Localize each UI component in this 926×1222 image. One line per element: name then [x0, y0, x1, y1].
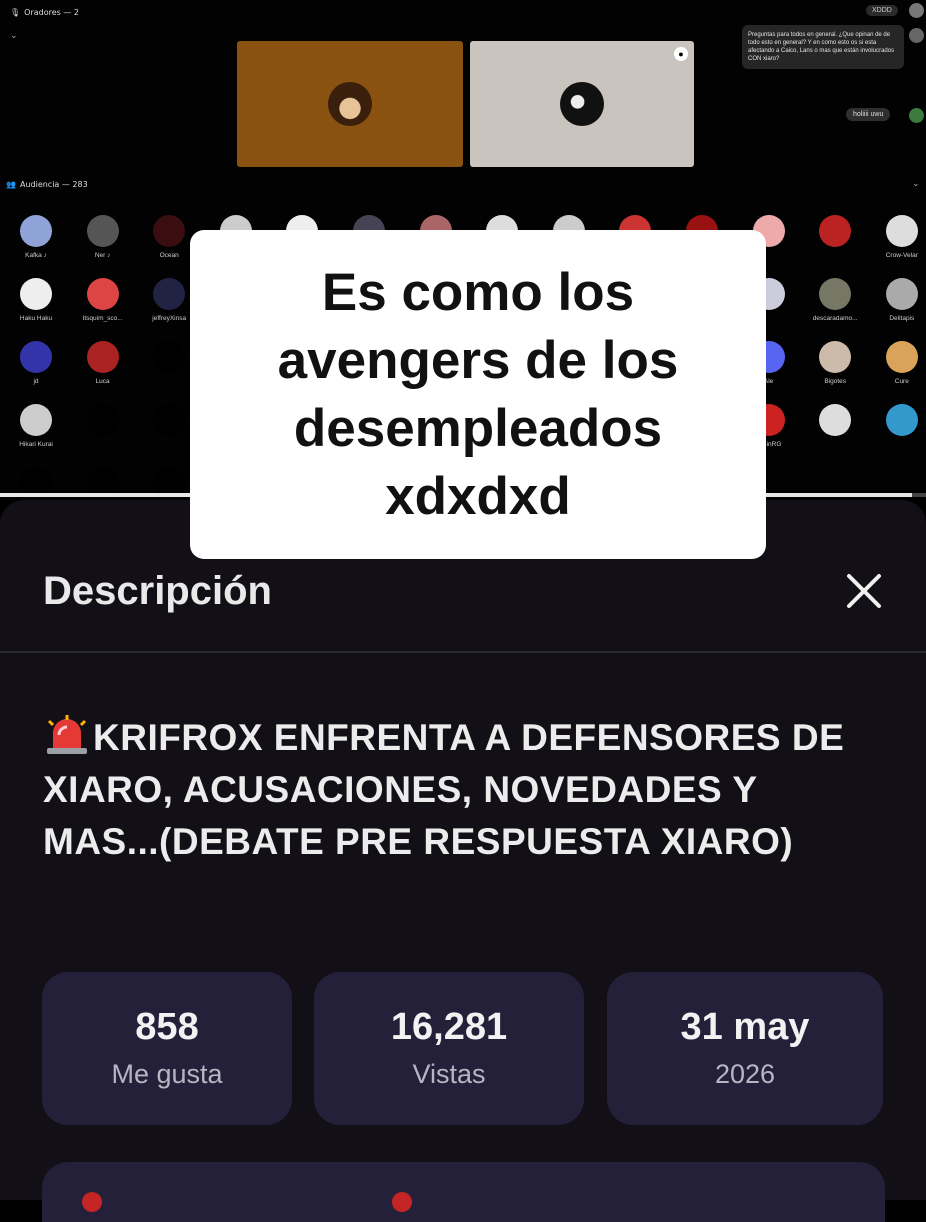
caption-line: xdxdxd [385, 466, 571, 526]
avatar [819, 278, 852, 310]
audience-member[interactable] [73, 404, 133, 441]
audience-member[interactable]: Itsquim_sco... [73, 278, 133, 322]
audience-member[interactable] [872, 404, 926, 441]
avatar [153, 404, 186, 436]
views-count: 16,281 [390, 1006, 508, 1048]
avatar [153, 341, 186, 373]
audience-name: descaradamo... [812, 315, 858, 322]
audience-name: Haku Haku [19, 315, 53, 322]
info-card[interactable] [42, 1162, 885, 1222]
microphone-icon: 🎙 [10, 8, 21, 17]
avatar [20, 278, 52, 310]
avatar [885, 341, 918, 373]
audience-label: Audiencia — 283 [19, 180, 88, 189]
audience-member[interactable]: Kafka ♪ [6, 215, 66, 259]
audience-name: Bigotes [824, 378, 847, 385]
audience-member[interactable]: Cure [872, 341, 926, 385]
caption-line: avengers de los [277, 330, 679, 390]
likes-count: 858 [135, 1006, 199, 1048]
likes-stat: 858 Me gusta [42, 972, 292, 1125]
audience-member[interactable]: Haku Haku [6, 278, 66, 322]
avatar[interactable] [909, 108, 924, 123]
audience-member[interactable]: Luca [73, 341, 133, 385]
audience-member[interactable]: Delitapis [872, 278, 926, 322]
upload-year: 2026 [714, 1059, 776, 1089]
views-stat: 16,281 Vistas [314, 972, 584, 1125]
caption-line: Es como los [321, 262, 635, 322]
audience-name: Itsquim_sco... [82, 315, 123, 322]
audience-member[interactable] [805, 404, 865, 441]
audience-member[interactable] [805, 215, 865, 252]
audience-name: Luca [95, 378, 110, 385]
avatar [560, 82, 604, 126]
avatar [153, 215, 186, 247]
avatar [86, 215, 119, 247]
divider [0, 651, 926, 653]
chat-message: Preguntas para todos en general. ¿Que op… [742, 25, 904, 69]
avatar[interactable] [909, 28, 924, 43]
video-title: KRIFROX ENFRENTA A DEFENSORES DE XIARO, … [43, 712, 883, 868]
speakers-header: 🎙 Oradores — 2 [10, 8, 79, 17]
audience-member[interactable]: descaradamo... [805, 278, 865, 322]
audience-name: jd [33, 378, 39, 385]
likes-label: Me gusta [111, 1059, 223, 1089]
muted-icon: ● [674, 47, 688, 61]
avatar [20, 215, 52, 247]
sheet-title: Descripción [43, 569, 272, 613]
speaker-tile[interactable] [237, 41, 463, 167]
avatar [885, 404, 918, 436]
speakers-label: Oradores — 2 [24, 8, 79, 17]
chat-reply: holiiii uwu [846, 108, 891, 121]
avatar [86, 341, 119, 373]
avatar [885, 215, 918, 247]
upload-date: 31 may [680, 1006, 810, 1048]
audience-header: 👥 Audiencia — 283 [6, 180, 88, 189]
card-icon [82, 1192, 102, 1212]
chevron-down-icon[interactable]: ⌄ [10, 30, 18, 41]
avatar [86, 278, 119, 310]
audience-icon: 👥 [6, 180, 16, 189]
close-icon[interactable] [841, 568, 887, 614]
views-label: Vistas [412, 1059, 486, 1089]
caption-line: desempleados [293, 398, 663, 458]
audience-name: Hikari Kurai [19, 441, 53, 448]
avatar [819, 341, 852, 373]
audience-member[interactable]: Hikari Kurai [6, 404, 66, 448]
audience-member[interactable]: Crow-Velar [872, 215, 926, 259]
avatar [819, 215, 852, 247]
avatar[interactable] [909, 3, 924, 18]
video-title-text: KRIFROX ENFRENTA A DEFENSORES DE XIARO, … [43, 717, 845, 862]
description-sheet: Descripción KRIFROX ENFRENTA A DEFENSORE… [0, 500, 926, 1222]
speaker-tile[interactable]: ● [470, 41, 694, 167]
avatar [885, 278, 918, 310]
audience-member[interactable]: Ner ♪ [73, 215, 133, 259]
avatar [328, 82, 372, 126]
avatar [20, 341, 52, 373]
audience-name: Ner ♪ [94, 252, 111, 259]
meme-caption: Es como los avengers de los desempleados… [190, 230, 766, 559]
audience-member[interactable]: jd [6, 341, 66, 385]
caption-text: Es como los avengers de los desempleados… [278, 259, 679, 531]
audience-name: Cure [894, 378, 909, 385]
avatar [20, 404, 52, 436]
siren-icon [47, 715, 87, 754]
audience-name: Kafka ♪ [25, 252, 47, 259]
date-stat: 31 may 2026 [607, 972, 883, 1125]
card-icon [392, 1192, 412, 1212]
chat-timestamp: XDDD [866, 5, 898, 16]
audience-member[interactable]: Bigotes [805, 341, 865, 385]
chevron-down-icon[interactable]: ⌄ [912, 178, 920, 189]
audience-name: Delitapis [889, 315, 915, 322]
audience-name: Crow-Velar [885, 252, 918, 259]
avatar [153, 278, 186, 310]
avatar [819, 404, 852, 436]
avatar [86, 404, 119, 436]
